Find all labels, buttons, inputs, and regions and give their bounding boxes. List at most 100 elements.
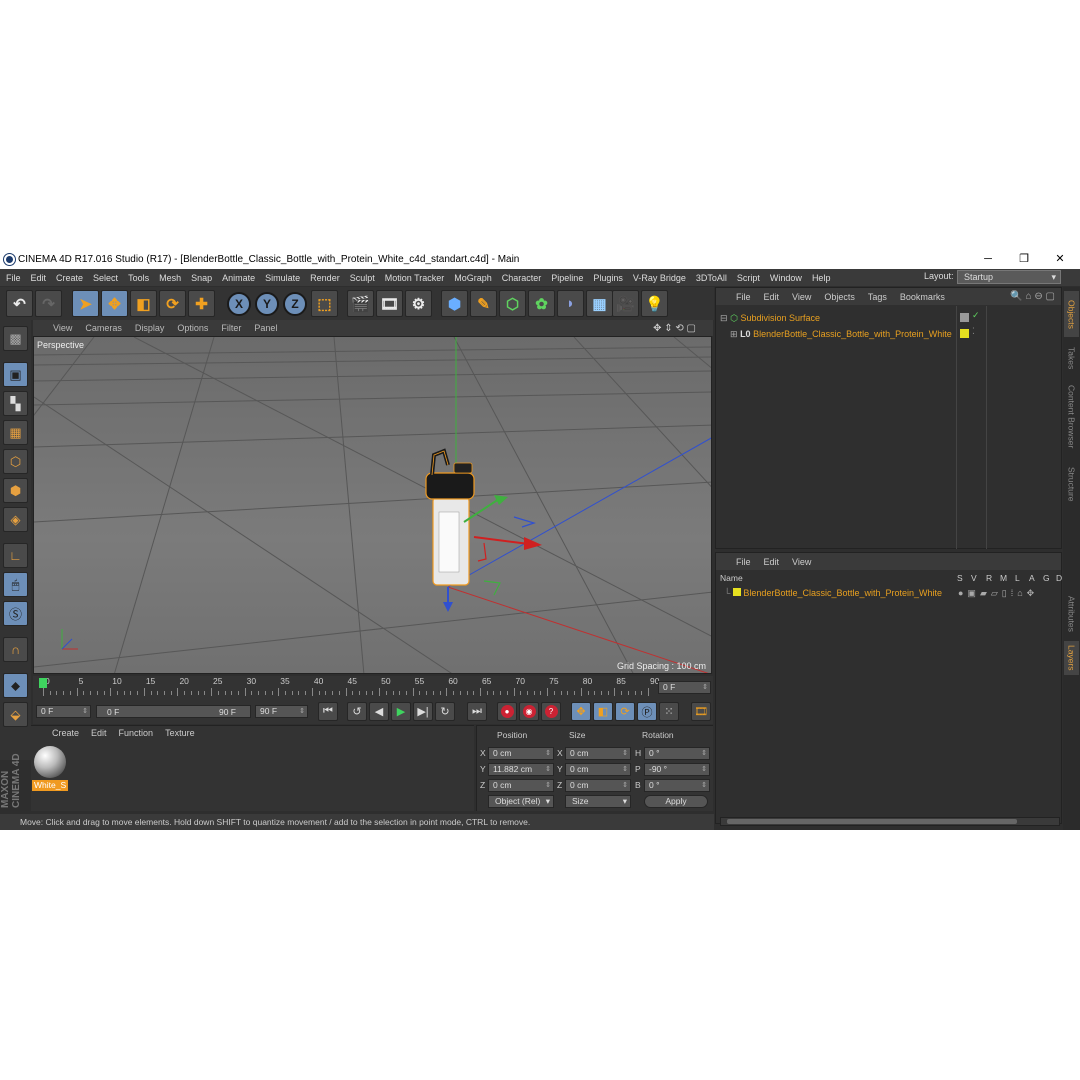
expand-icon[interactable]: ⊞ — [730, 329, 738, 339]
camera-icon[interactable]: 🎥 — [612, 290, 639, 317]
apply-button[interactable]: Apply — [644, 795, 708, 808]
collapse-icon[interactable]: ⊟ — [720, 313, 728, 323]
current-frame-field[interactable]: 0 F — [658, 681, 711, 694]
layer-menu-file[interactable]: File — [736, 557, 751, 567]
position-y-field[interactable]: 11.882 cm — [488, 763, 554, 776]
snapping-icon[interactable]: Ⓢ — [3, 601, 28, 626]
next-frame-icon[interactable]: ▶| — [413, 702, 433, 721]
scheme-settings-icon[interactable]: 🎞 — [691, 702, 711, 721]
rotate-tool-icon[interactable]: ⟳ — [159, 290, 186, 317]
object-menu-tags[interactable]: Tags — [868, 292, 887, 302]
visibility-check-icon[interactable]: ✓ — [972, 310, 980, 321]
play-forward-icon[interactable]: ▶ — [391, 702, 411, 721]
material-name-label[interactable]: White_S — [32, 780, 68, 791]
viewport-nav-icons[interactable]: ✥ ⇕ ⟲ ▢ — [653, 323, 696, 334]
size-x-field[interactable]: 0 cm — [565, 747, 631, 760]
menu-help[interactable]: Help — [812, 273, 831, 283]
layer-row[interactable]: └ BlenderBottle_Classic_Bottle_with_Prot… — [716, 585, 956, 601]
viewport-menu-panel[interactable]: Panel — [254, 323, 277, 333]
workplane-mode-icon[interactable]: ▦ — [3, 420, 28, 445]
subdivision-surface-icon[interactable]: ⬡ — [499, 290, 526, 317]
texture-mode-icon[interactable]: ▚ — [3, 391, 28, 416]
render-picture-viewer-icon[interactable]: 🎞 — [376, 290, 403, 317]
layer-toggle-icons[interactable]: ●▣▰▱▯⁞⌂✥ — [958, 585, 1038, 601]
z-axis-lock-button[interactable]: Z — [283, 292, 307, 316]
keyframe-selection-icon[interactable]: ? — [541, 702, 561, 721]
menu-pipeline[interactable]: Pipeline — [551, 273, 583, 283]
object-menu-bookmarks[interactable]: Bookmarks — [900, 292, 945, 302]
live-selection-icon[interactable]: ➤ — [72, 290, 99, 317]
move-tool-icon[interactable]: ✥ — [101, 290, 128, 317]
menu-mesh[interactable]: Mesh — [159, 273, 181, 283]
layer-horizontal-scrollbar[interactable] — [720, 817, 1060, 826]
coordinate-mode-select[interactable]: Object (Rel) — [488, 795, 554, 808]
cloner-icon[interactable]: ✿ — [528, 290, 555, 317]
record-position-icon[interactable]: ✥ — [571, 702, 591, 721]
viewport-menu-options[interactable]: Options — [177, 323, 208, 333]
visibility-dots-icon[interactable]: ⁚ — [972, 326, 975, 337]
next-key-icon[interactable]: ↻ — [435, 702, 455, 721]
coordinate-system-icon[interactable]: ⬚ — [311, 290, 338, 317]
spline-pen-icon[interactable]: ✎ — [470, 290, 497, 317]
layer-menu-edit[interactable]: Edit — [764, 557, 780, 567]
tweak-mode-icon[interactable]: 🖱 — [3, 572, 28, 597]
tab-takes[interactable]: Takes — [1064, 341, 1079, 375]
position-x-field[interactable]: 0 cm — [488, 747, 554, 760]
object-row-subdivision[interactable]: ⊟ ⬡ Subdivision Surface — [716, 310, 956, 326]
menu-create[interactable]: Create — [56, 273, 83, 283]
timeline-ruler[interactable]: 0 5 10 15 20 25 30 35 40 45 50 55 60 65 70 75 80 85 90 0 F — [33, 676, 713, 698]
rotation-b-field[interactable]: 0 ° — [644, 779, 710, 792]
object-menu-edit[interactable]: Edit — [764, 292, 780, 302]
menu-snap[interactable]: Snap — [191, 273, 212, 283]
object-search-icons[interactable]: 🔍 ⌂ ⊖ ▢ — [1010, 291, 1055, 302]
previous-frame-icon[interactable]: ◀ — [369, 702, 389, 721]
layout-select[interactable]: Startup — [957, 270, 1061, 284]
close-button[interactable]: ✕ — [1042, 250, 1078, 269]
menu-window[interactable]: Window — [770, 273, 802, 283]
minimize-button[interactable]: ─ — [970, 250, 1006, 269]
edit-render-settings-icon[interactable]: ⚙ — [405, 290, 432, 317]
layer-col-g[interactable]: G — [1043, 573, 1050, 583]
size-y-field[interactable]: 0 cm — [565, 763, 631, 776]
x-axis-lock-button[interactable]: X — [227, 292, 251, 316]
object-menu-file[interactable]: File — [736, 292, 751, 302]
floor-icon[interactable]: ▦ — [586, 290, 613, 317]
rotation-p-field[interactable]: -90 ° — [644, 763, 710, 776]
locked-workplane-icon[interactable]: ⬙ — [3, 702, 28, 727]
layer-col-d[interactable]: D — [1056, 573, 1062, 583]
menu-character[interactable]: Character — [502, 273, 542, 283]
go-to-end-icon[interactable]: ⏭ — [467, 702, 487, 721]
y-axis-lock-button[interactable]: Y — [255, 292, 279, 316]
viewport-menu-cameras[interactable]: Cameras — [85, 323, 122, 333]
layer-col-l[interactable]: L — [1015, 573, 1020, 583]
tab-layers[interactable]: Layers — [1064, 641, 1079, 675]
size-mode-select[interactable]: Size — [565, 795, 631, 808]
autokeying-icon[interactable]: ◉ — [519, 702, 539, 721]
menu-select[interactable]: Select — [93, 273, 118, 283]
menu-script[interactable]: Script — [737, 273, 760, 283]
end-frame-field[interactable]: 90 F — [255, 705, 308, 718]
layer-menu-view[interactable]: View — [792, 557, 811, 567]
menu-simulate[interactable]: Simulate — [265, 273, 300, 283]
3d-viewport[interactable]: Perspective Grid Spacing : 100 cm — [33, 336, 712, 674]
material-menu-function[interactable]: Function — [119, 728, 154, 742]
edges-mode-icon[interactable]: ⬢ — [3, 478, 28, 503]
deformer-icon[interactable]: ◗ — [557, 290, 584, 317]
layer-col-m[interactable]: M — [1000, 573, 1007, 583]
menu-sculpt[interactable]: Sculpt — [350, 273, 375, 283]
object-row-bottle[interactable]: ⊞ L0 BlenderBottle_Classic_Bottle_with_P… — [716, 326, 956, 342]
layer-color-icon[interactable] — [960, 329, 969, 338]
playhead[interactable] — [39, 678, 47, 688]
undo-icon[interactable]: ↶ — [6, 290, 33, 317]
scrollbar-thumb[interactable] — [727, 819, 1017, 824]
go-to-start-icon[interactable]: ⏮ — [318, 702, 338, 721]
record-scale-icon[interactable]: ◧ — [593, 702, 613, 721]
axis-mode-icon[interactable]: ∟ — [3, 543, 28, 568]
menu-mograph[interactable]: MoGraph — [454, 273, 492, 283]
recent-tools-icon[interactable]: ✚ — [188, 290, 215, 317]
size-z-field[interactable]: 0 cm — [565, 779, 631, 792]
redo-icon[interactable]: ↷ — [35, 290, 62, 317]
tab-content-browser[interactable]: Content Browser — [1064, 379, 1079, 455]
layer-col-a[interactable]: A — [1029, 573, 1035, 583]
object-menu-objects[interactable]: Objects — [824, 292, 855, 302]
